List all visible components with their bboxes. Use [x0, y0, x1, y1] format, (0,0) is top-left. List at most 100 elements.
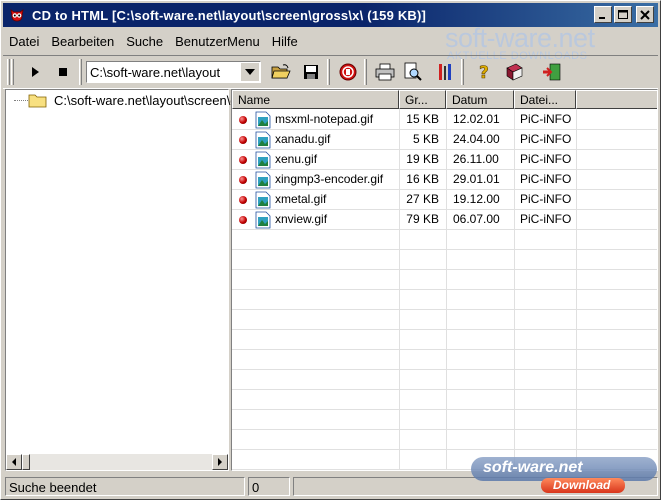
tools-icon [439, 64, 451, 80]
table-row[interactable]: xanadu.gif 5 KB 24.04.00 PiC-iNFO [232, 130, 657, 150]
play-button[interactable] [23, 60, 47, 84]
minimize-button[interactable] [594, 6, 612, 23]
file-size: 79 KB [406, 212, 439, 226]
file-type: PiC-iNFO [520, 112, 572, 126]
scroll-thumb[interactable] [22, 454, 30, 470]
help-button[interactable]: ? [472, 60, 496, 84]
scroll-right-button[interactable] [212, 454, 228, 470]
table-row[interactable]: xmetal.gif 27 KB 19.12.00 PiC-iNFO [232, 190, 657, 210]
file-name: xanadu.gif [275, 132, 331, 146]
grid-line [232, 269, 657, 270]
file-status-dot-icon [239, 196, 247, 204]
grid-line [232, 249, 657, 250]
file-type: PiC-iNFO [520, 172, 572, 186]
table-row[interactable]: xingmp3-encoder.gif 16 KB 29.01.01 PiC-iNFO [232, 170, 657, 190]
stop-record-icon [339, 63, 357, 81]
menu-suche[interactable]: Suche [120, 32, 169, 52]
image-file-icon [255, 111, 271, 129]
grid-line [232, 369, 657, 370]
image-file-icon [255, 171, 271, 189]
file-status-dot-icon [239, 136, 247, 144]
grid-line [232, 309, 657, 310]
path-combobox[interactable]: C:\soft-ware.net\layout [86, 61, 261, 83]
minimize-icon [599, 16, 605, 19]
image-file-icon [255, 191, 271, 209]
file-date: 06.07.00 [453, 212, 500, 226]
file-name: xnview.gif [275, 212, 328, 226]
open-folder-icon [271, 64, 291, 79]
stop-record-button[interactable] [336, 60, 360, 84]
column-header-name[interactable]: Name [232, 90, 399, 109]
grid-line [232, 409, 657, 410]
book-button[interactable] [502, 60, 526, 84]
arrow-left-icon [12, 458, 16, 466]
folder-icon [28, 94, 47, 108]
open-button[interactable] [269, 60, 293, 84]
toolbar-grip[interactable] [7, 59, 10, 85]
file-type: PiC-iNFO [520, 212, 572, 226]
scroll-left-button[interactable] [6, 454, 22, 470]
preview-icon [404, 62, 422, 81]
toolbar-separator [327, 59, 330, 85]
grid-line [232, 349, 657, 350]
close-button[interactable] [636, 6, 654, 23]
toolbar-separator [79, 59, 82, 85]
file-size: 15 KB [406, 112, 439, 126]
menu-bar: Datei Bearbeiten Suche BenutzerMenu Hilf… [3, 32, 304, 52]
file-date: 24.04.00 [453, 132, 500, 146]
maximize-icon [618, 9, 628, 19]
title-bar[interactable]: CD to HTML [C:\soft-ware.net\layout\scre… [3, 3, 658, 27]
exit-button[interactable] [540, 60, 564, 84]
menu-datei[interactable]: Datei [3, 32, 45, 52]
preview-button[interactable] [401, 60, 425, 84]
toolbar-separator [364, 59, 367, 85]
table-row[interactable]: xnview.gif 79 KB 06.07.00 PiC-iNFO [232, 210, 657, 230]
menu-benutzermenu[interactable]: BenutzerMenu [169, 32, 266, 52]
grid-line [232, 449, 657, 450]
chevron-down-icon [245, 69, 255, 75]
column-header-date[interactable]: Datum [446, 90, 514, 109]
image-file-icon [255, 131, 271, 149]
table-row[interactable]: xenu.gif 19 KB 26.11.00 PiC-iNFO [232, 150, 657, 170]
tools-button[interactable] [433, 60, 457, 84]
status-count: 0 [248, 477, 290, 496]
combo-dropdown-button[interactable] [241, 63, 259, 81]
path-combobox-value: C:\soft-ware.net\layout [90, 65, 221, 80]
column-header-size[interactable]: Gr... [399, 90, 446, 109]
exit-icon [543, 63, 561, 81]
status-panel-empty [293, 477, 658, 496]
tree-horizontal-scrollbar[interactable] [6, 454, 228, 470]
file-size: 5 KB [412, 132, 439, 146]
status-message: Suche beendet [5, 477, 245, 496]
book-icon [506, 63, 523, 81]
maximize-button[interactable] [614, 6, 632, 23]
close-icon [640, 9, 650, 20]
file-name: xingmp3-encoder.gif [275, 172, 384, 186]
folder-tree[interactable]: C:\soft-ware.net\layout\screen\gross\x\ [5, 89, 276, 471]
status-bar: Suche beendet 0 [3, 475, 658, 497]
stop-button[interactable] [51, 60, 75, 84]
print-icon [375, 63, 395, 81]
table-row[interactable]: msxml-notepad.gif 15 KB 12.02.01 PiC-iNFO [232, 110, 657, 130]
grid-line [232, 389, 657, 390]
toolbar-grip[interactable] [11, 59, 14, 85]
file-list[interactable]: Name Gr... Datum Datei... msxml-notepad.… [231, 89, 658, 471]
file-name: xmetal.gif [275, 192, 327, 206]
file-date: 12.02.01 [453, 112, 500, 126]
print-button[interactable] [373, 60, 397, 84]
file-type: PiC-iNFO [520, 192, 572, 206]
menu-hilfe[interactable]: Hilfe [266, 32, 304, 52]
file-size: 19 KB [406, 152, 439, 166]
column-header-type[interactable]: Datei... [514, 90, 576, 109]
scroll-track[interactable] [30, 454, 212, 470]
file-status-dot-icon [239, 116, 247, 124]
play-icon [32, 67, 39, 77]
menu-bearbeiten[interactable]: Bearbeiten [45, 32, 120, 52]
file-status-dot-icon [239, 216, 247, 224]
save-button[interactable] [299, 60, 323, 84]
arrow-right-icon [218, 458, 222, 466]
help-icon: ? [479, 63, 489, 82]
save-icon [304, 65, 318, 79]
file-size: 27 KB [406, 192, 439, 206]
app-owl-icon [8, 6, 26, 24]
